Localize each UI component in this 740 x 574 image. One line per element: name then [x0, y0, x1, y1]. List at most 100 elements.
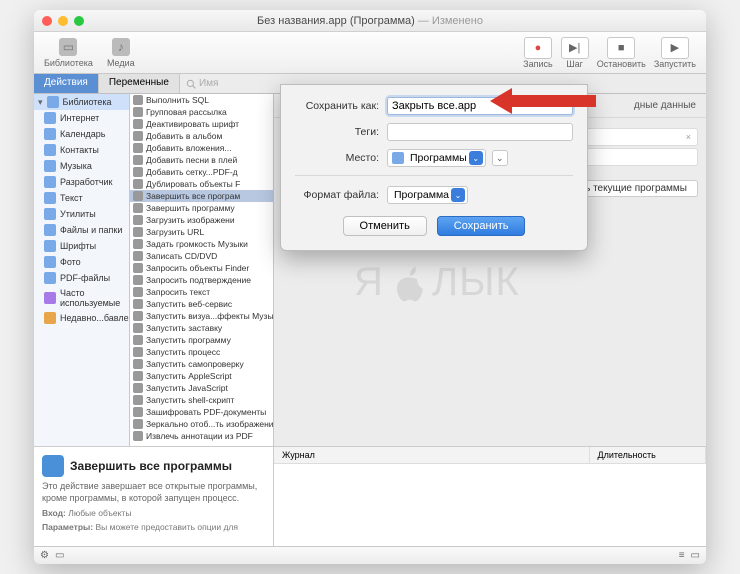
view-toggle-icon[interactable]: ▭: [55, 550, 64, 561]
action-item[interactable]: Добавить сетку...PDF-д: [130, 166, 273, 178]
action-item[interactable]: Добавить песни в плей: [130, 154, 273, 166]
action-item[interactable]: Выполнить SQL: [130, 94, 273, 106]
folder-icon: [44, 176, 56, 188]
save-button[interactable]: Сохранить: [437, 216, 526, 236]
action-item[interactable]: Запросить текст: [130, 286, 273, 298]
action-icon: [133, 275, 143, 285]
sidebar-item-label: Календарь: [60, 129, 105, 139]
record-label: Запись: [523, 59, 553, 69]
action-item[interactable]: Запустить процесс: [130, 346, 273, 358]
action-label: Дублировать объекты F: [146, 179, 240, 189]
chevron-updown-icon: ⌄: [469, 151, 483, 165]
sidebar-item-11[interactable]: PDF-файлы: [34, 270, 129, 286]
action-label: Запросить объекты Finder: [146, 263, 249, 273]
action-item[interactable]: Зашифровать PDF-документы: [130, 406, 273, 418]
action-item[interactable]: Записать CD/DVD: [130, 250, 273, 262]
format-popup[interactable]: Программа ⌄: [387, 186, 468, 204]
sidebar-item-0[interactable]: ▾ Библиотека: [34, 94, 129, 110]
action-item[interactable]: Завершить программу: [130, 202, 273, 214]
sidebar-item-label: Текст: [60, 193, 83, 203]
action-item[interactable]: Загрузить изображени: [130, 214, 273, 226]
action-icon: [133, 431, 143, 441]
log-view-icon[interactable]: ≡: [679, 550, 685, 561]
save-as-input[interactable]: [387, 97, 573, 115]
sidebar-item-label: Библиотека: [63, 97, 112, 107]
window-controls: [42, 16, 84, 26]
action-item[interactable]: Извлечь аннотации из PDF: [130, 430, 273, 442]
gear-icon[interactable]: ⚙: [40, 550, 49, 561]
disclosure-triangle-icon[interactable]: ▾: [38, 97, 43, 108]
sidebar-item-9[interactable]: Шрифты: [34, 238, 129, 254]
media-toolbar-item[interactable]: ♪ Медиа: [107, 38, 135, 68]
action-item[interactable]: Запросить объекты Finder: [130, 262, 273, 274]
expand-save-sheet-button[interactable]: ⌄: [492, 150, 508, 166]
action-icon: [133, 107, 143, 117]
action-item[interactable]: Загрузить URL: [130, 226, 273, 238]
folder-icon: [44, 160, 56, 172]
action-icon: [133, 167, 143, 177]
action-item[interactable]: Запустить JavaScript: [130, 382, 273, 394]
sidebar-item-4[interactable]: Музыка: [34, 158, 129, 174]
action-item[interactable]: Запросить подтверждение: [130, 274, 273, 286]
sidebar-item-5[interactable]: Разработчик: [34, 174, 129, 190]
action-label: Добавить сетку...PDF-д: [146, 167, 238, 177]
description-body: Это действие завершает все открытые прог…: [42, 481, 265, 504]
action-item[interactable]: Запустить веб-сервис: [130, 298, 273, 310]
cancel-button[interactable]: Отменить: [343, 216, 427, 236]
action-icon: [133, 203, 143, 213]
action-label: Зашифровать PDF-документы: [146, 407, 266, 417]
action-icon: [133, 95, 143, 105]
titlebar: Без названия.app (Программа) — Изменено: [34, 10, 706, 32]
sidebar-item-12[interactable]: Часто используемые: [34, 286, 129, 310]
sidebar-item-2[interactable]: Календарь: [34, 126, 129, 142]
stop-button[interactable]: ■: [607, 37, 635, 59]
minimize-window-button[interactable]: [58, 16, 68, 26]
action-item[interactable]: Запустить заставку: [130, 322, 273, 334]
where-popup[interactable]: Программы ⌄: [387, 149, 486, 167]
action-icon: [133, 359, 143, 369]
run-label: Запустить: [654, 59, 696, 69]
action-item[interactable]: Дублировать объекты F: [130, 178, 273, 190]
action-label: Запустить веб-сервис: [146, 299, 232, 309]
sidebar-item-1[interactable]: Интернет: [34, 110, 129, 126]
action-item[interactable]: Деактивировать шрифт: [130, 118, 273, 130]
action-icon: [133, 299, 143, 309]
action-item[interactable]: Добавить вложения...: [130, 142, 273, 154]
close-icon[interactable]: ×: [686, 132, 691, 142]
sidebar-item-8[interactable]: Файлы и папки: [34, 222, 129, 238]
action-item[interactable]: Групповая рассылка: [130, 106, 273, 118]
action-icon: [133, 119, 143, 129]
action-item[interactable]: Добавить в альбом: [130, 130, 273, 142]
sidebar-item-3[interactable]: Контакты: [34, 142, 129, 158]
close-window-button[interactable]: [42, 16, 52, 26]
action-icon: [133, 143, 143, 153]
tab-actions[interactable]: Действия: [34, 74, 99, 93]
tags-input[interactable]: [387, 123, 573, 141]
record-button[interactable]: ●: [524, 37, 552, 59]
log-column-duration[interactable]: Длительность: [590, 447, 707, 463]
action-item[interactable]: Зеркально отоб...ть изображения: [130, 418, 273, 430]
action-item[interactable]: Запустить AppleScript: [130, 370, 273, 382]
action-icon: [133, 251, 143, 261]
zoom-window-button[interactable]: [74, 16, 84, 26]
action-item[interactable]: Завершить все програм: [130, 190, 273, 202]
sidebar-item-label: Интернет: [60, 113, 99, 123]
action-item[interactable]: Запустить shell-скрипт: [130, 394, 273, 406]
sidebar-item-10[interactable]: Фото: [34, 254, 129, 270]
action-item[interactable]: Запустить самопроверку: [130, 358, 273, 370]
action-item[interactable]: Запустить программу: [130, 334, 273, 346]
library-toolbar-item[interactable]: ▭ Библиотека: [44, 38, 93, 68]
dock-icon[interactable]: ▭: [691, 550, 700, 561]
action-item[interactable]: Запустить визуа...ффекты Музыки: [130, 310, 273, 322]
format-value: Программа: [394, 189, 449, 201]
run-button[interactable]: ▶: [661, 37, 689, 59]
log-column-journal[interactable]: Журнал: [274, 447, 590, 463]
tab-variables[interactable]: Переменные: [99, 74, 180, 93]
modified-indicator: — Изменено: [418, 15, 483, 27]
sidebar-item-6[interactable]: Текст: [34, 190, 129, 206]
step-button[interactable]: ▶|: [561, 37, 589, 59]
sidebar-item-7[interactable]: Утилиты: [34, 206, 129, 222]
sidebar-item-label: Контакты: [60, 145, 99, 155]
sidebar-item-13[interactable]: Недавно...бавленные: [34, 310, 129, 326]
action-item[interactable]: Задать громкость Музыки: [130, 238, 273, 250]
